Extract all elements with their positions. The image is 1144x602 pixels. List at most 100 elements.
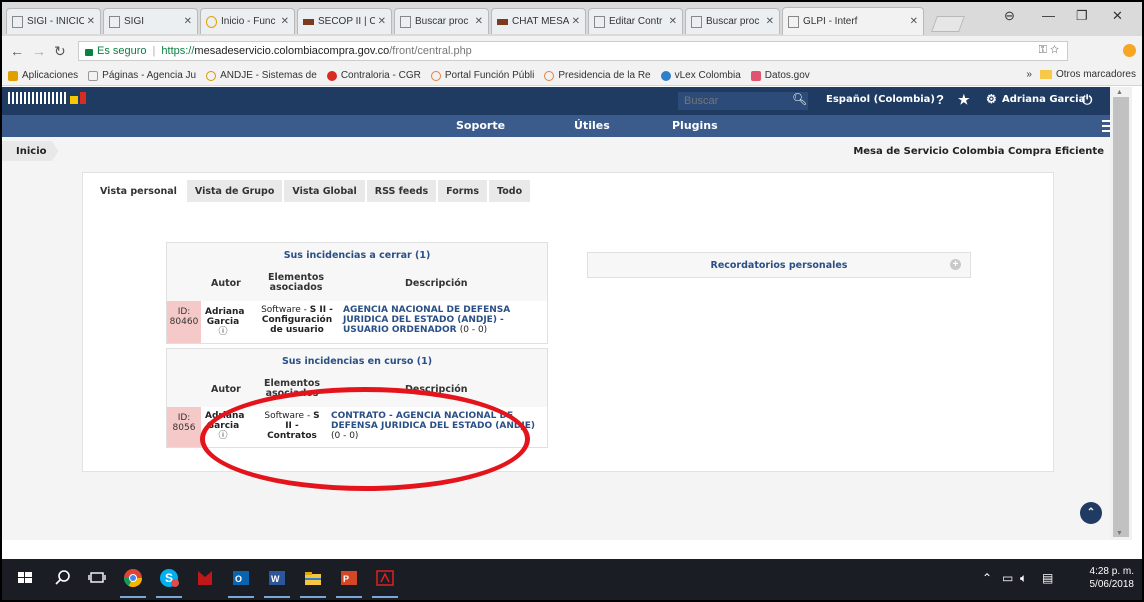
profile-icon[interactable]: ⊖	[1004, 8, 1015, 24]
back-to-top-button[interactable]: ⌃	[1080, 502, 1102, 524]
star-icon[interactable]: ★	[958, 92, 970, 108]
bookmark-item[interactable]: Contraloria - CGR	[326, 70, 421, 81]
tab-forms[interactable]: Forms	[438, 180, 488, 202]
forward-icon[interactable]: →	[32, 43, 46, 59]
browser-tab[interactable]: Editar Contr ✕	[588, 8, 683, 34]
tab-vista-de-grupo[interactable]: Vista de Grupo	[186, 180, 283, 202]
author-cell[interactable]: Adriana Garcia ⓘ	[205, 307, 245, 337]
close-icon[interactable]: ✕	[766, 16, 774, 27]
close-icon[interactable]: ✕	[572, 16, 580, 27]
scroll-down-arrow[interactable]: ▼	[1116, 530, 1123, 537]
bookmark-item[interactable]: vLex Colombia	[660, 70, 741, 81]
menu-utiles[interactable]: Útiles	[574, 119, 610, 132]
browser-tab[interactable]: SECOP II | C ✕	[297, 8, 392, 34]
new-tab-button[interactable]	[931, 16, 965, 32]
running-indicator	[372, 596, 398, 598]
box-title[interactable]: Sus incidencias en curso (1)	[167, 349, 547, 367]
mcafee-icon[interactable]	[194, 567, 216, 589]
add-reminder-icon[interactable]: +	[950, 259, 961, 270]
chrome-icon[interactable]	[122, 567, 144, 589]
help-icon[interactable]: ?	[936, 92, 944, 107]
bookmark-item[interactable]: ANDJE - Sistemas de	[206, 70, 317, 81]
desc-line: USUARIO ORDENADOR	[343, 325, 457, 335]
bookmark-item[interactable]: Aplicaciones	[8, 70, 78, 81]
close-icon[interactable]: ✕	[910, 16, 918, 27]
window-close-icon[interactable]: ✕	[1112, 8, 1123, 24]
browser-tab[interactable]: Buscar proc ✕	[685, 8, 780, 34]
tab-vista-global[interactable]: Vista Global	[284, 180, 365, 202]
description-link[interactable]: AGENCIA NACIONAL DE DEFENSA JURIDICA DEL …	[343, 305, 543, 335]
system-clock[interactable]: 4:28 p. m. 5/06/2018	[1090, 565, 1135, 591]
close-icon[interactable]: ✕	[669, 16, 677, 27]
breadcrumb-home[interactable]: Inicio	[16, 146, 47, 157]
more-bookmarks-chevron[interactable]: »	[1026, 69, 1032, 80]
powerpoint-icon[interactable]: P	[338, 567, 360, 589]
column-header-author[interactable]: Autor	[211, 385, 241, 395]
main-menu: Soporte Útiles Plugins	[2, 115, 1132, 137]
network-icon[interactable]: ▭	[1002, 571, 1013, 585]
browser-tab[interactable]: Inicio - Func ✕	[200, 8, 295, 34]
browser-tab[interactable]: CHAT MESA ✕	[491, 8, 586, 34]
extension-icon[interactable]	[1123, 44, 1136, 57]
address-bar[interactable]: Es seguro | https://mesadeservicio.colom…	[78, 41, 1068, 61]
tab-rss-feeds[interactable]: RSS feeds	[366, 180, 437, 202]
gear-icon[interactable]: ⚙	[986, 92, 997, 106]
tab-todo[interactable]: Todo	[489, 180, 531, 202]
bookmark-item[interactable]: Páginas - Agencia Ju	[88, 70, 196, 81]
reload-icon[interactable]: ↻	[54, 43, 66, 60]
box-title[interactable]: Sus incidencias a cerrar (1)	[167, 243, 547, 261]
search-icon[interactable]	[52, 567, 74, 589]
menu-plugins[interactable]: Plugins	[672, 119, 718, 132]
task-view-icon[interactable]	[86, 567, 108, 589]
browser-tab[interactable]: SIGI - INICIO ✕	[6, 8, 101, 34]
word-icon[interactable]: W	[266, 567, 288, 589]
logout-icon[interactable]: ⏻	[1082, 92, 1092, 108]
id-cell[interactable]: ID: 8056	[167, 407, 201, 447]
table-row[interactable]: ID: 80460 Adriana Garcia ⓘ Software - S II …	[167, 301, 547, 343]
browser-tab-active[interactable]: GLPI - Interf ✕	[782, 7, 924, 35]
windows-start-icon[interactable]	[14, 567, 36, 589]
minimize-icon[interactable]: —	[1042, 8, 1055, 23]
close-icon[interactable]: ✕	[281, 16, 289, 27]
close-icon[interactable]: ✕	[87, 16, 95, 27]
column-header-items[interactable]: Elementos asociados	[259, 273, 333, 293]
scroll-up-arrow[interactable]: ▲	[1116, 89, 1123, 96]
items-cell[interactable]: Software - S II - Configuración de usuario	[255, 305, 339, 335]
search-icon[interactable]: 🔍︎	[792, 92, 807, 106]
close-icon[interactable]: ✕	[184, 16, 192, 27]
notifications-icon[interactable]: ▤	[1042, 571, 1053, 585]
volume-icon[interactable]: 🔈︎	[1020, 571, 1027, 586]
tab-vista-personal[interactable]: Vista personal	[92, 180, 185, 202]
info-icon[interactable]: ⓘ	[218, 327, 227, 337]
ticket-id[interactable]: 8056	[173, 423, 196, 433]
browser-tab[interactable]: Buscar proc ✕	[394, 8, 489, 34]
bookmark-item[interactable]: Datos.gov	[750, 70, 810, 81]
other-bookmarks[interactable]: Otros marcadores	[1056, 69, 1136, 80]
scrollbar-thumb[interactable]	[1113, 97, 1129, 537]
user-name[interactable]: Adriana Garcia	[1002, 94, 1085, 105]
bookmark-item[interactable]: Portal Función Públi	[430, 70, 534, 81]
bookmarks-overflow[interactable]: » Otros marcadores	[1026, 69, 1136, 80]
colombia-compra-logo[interactable]	[8, 92, 96, 112]
global-search-input[interactable]	[678, 92, 808, 110]
browser-tab[interactable]: SIGI ✕	[103, 8, 198, 34]
reminders-title[interactable]: Recordatorios personales	[588, 260, 970, 271]
outlook-icon[interactable]: O	[230, 567, 252, 589]
language-selector[interactable]: Español (Colombia)	[826, 94, 935, 105]
acrobat-icon[interactable]	[374, 567, 396, 589]
column-header-author[interactable]: Autor	[211, 279, 241, 289]
skype-icon[interactable]: S	[158, 567, 180, 589]
close-icon[interactable]: ✕	[378, 16, 386, 27]
menu-soporte[interactable]: Soporte	[456, 119, 505, 132]
ticket-id[interactable]: 80460	[170, 317, 199, 327]
restore-icon[interactable]: ❐	[1076, 8, 1088, 24]
breadcrumb[interactable]: Inicio	[2, 141, 59, 161]
close-icon[interactable]: ✕	[475, 16, 483, 27]
tray-chevron-icon[interactable]: ⌃	[982, 571, 992, 585]
id-cell[interactable]: ID: 80460	[167, 301, 201, 343]
column-header-description[interactable]: Descripción	[405, 279, 468, 289]
key-and-star-icons[interactable]: ⚿ ☆	[1039, 44, 1059, 57]
file-explorer-icon[interactable]	[302, 567, 324, 589]
bookmark-item[interactable]: Presidencia de la Re	[544, 70, 651, 81]
back-icon[interactable]: ←	[10, 43, 24, 59]
